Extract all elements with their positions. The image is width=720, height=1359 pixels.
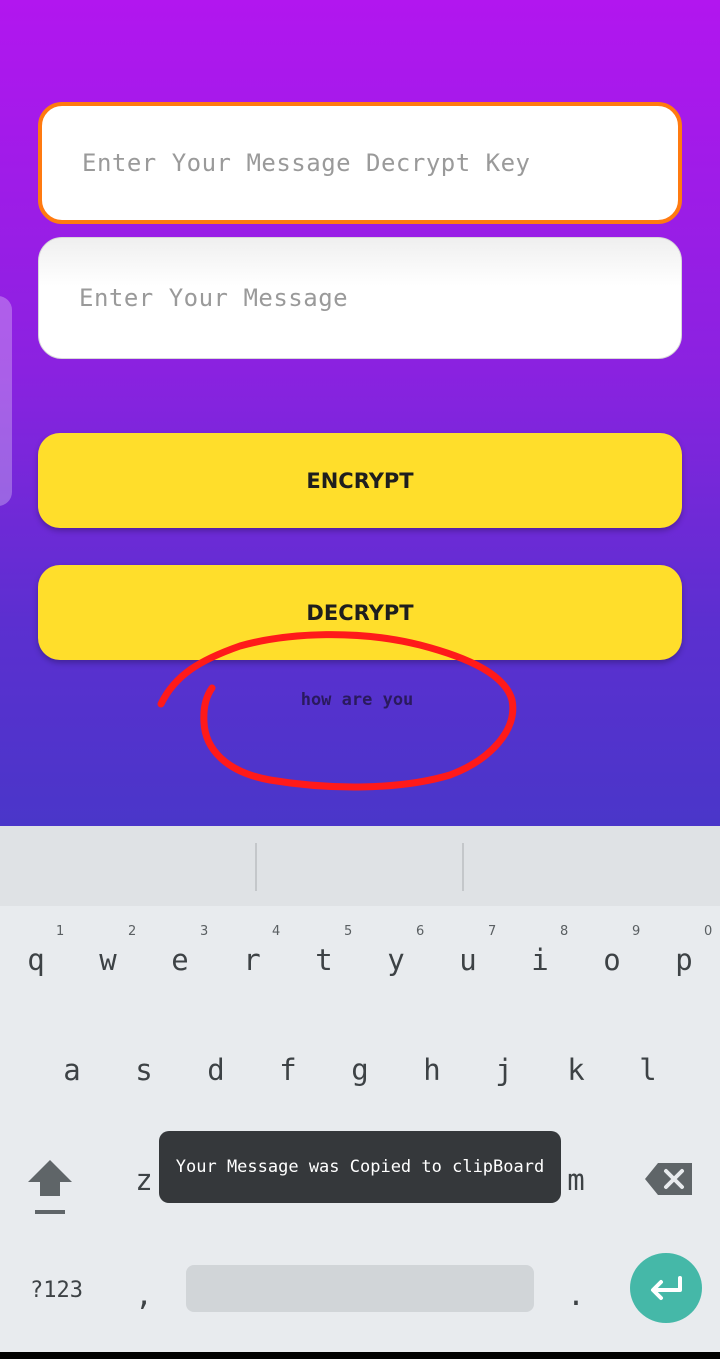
key-hint: 6 [416,924,425,939]
key-hint: 4 [272,924,281,939]
key-hint: 5 [344,924,353,939]
clipboard-toast: Your Message was Copied to clipBoard [159,1131,561,1203]
key-comma[interactable]: , [114,1278,174,1312]
key-f[interactable]: f [258,1053,318,1087]
symbols-key[interactable]: ?123 [30,1278,83,1303]
key-w[interactable]: w [78,943,138,977]
key-s[interactable]: s [114,1053,174,1087]
decrypt-key-input[interactable] [80,148,678,178]
key-i[interactable]: i [510,943,570,977]
app-screen: ENCRYPT DECRYPT how are you [0,0,720,826]
key-l[interactable]: l [618,1053,678,1087]
key-e[interactable]: e [150,943,210,977]
enter-arrow-icon [651,1276,682,1300]
message-input[interactable] [77,283,681,313]
key-o[interactable]: o [582,943,642,977]
key-u[interactable]: u [438,943,498,977]
soft-keyboard: 1 q 2 w 3 e 4 r 5 t 6 y 7 u 8 i 9 o 0 p … [0,826,720,1352]
key-r[interactable]: r [222,943,282,977]
decrypt-key-field[interactable] [38,102,682,224]
key-q[interactable]: q [6,943,66,977]
key-hint: 8 [560,924,569,939]
key-t[interactable]: t [294,943,354,977]
key-hint: 7 [488,924,497,939]
key-hint: 3 [200,924,209,939]
side-drawer-handle[interactable] [0,296,12,506]
suggestion-divider [255,843,257,891]
key-d[interactable]: d [186,1053,246,1087]
key-hint: 2 [128,924,137,939]
key-hint: 9 [632,924,641,939]
suggestion-divider [462,843,464,891]
decrypt-button[interactable]: DECRYPT [38,565,682,660]
key-k[interactable]: k [546,1053,606,1087]
key-hint: 0 [704,924,713,939]
key-y[interactable]: y [366,943,426,977]
shift-icon[interactable] [26,1156,74,1216]
key-hint: 1 [56,924,65,939]
space-bar[interactable] [186,1265,534,1312]
bottom-bar [0,1352,720,1359]
key-g[interactable]: g [330,1053,390,1087]
key-a[interactable]: a [42,1053,102,1087]
backspace-icon[interactable] [644,1162,694,1196]
key-p[interactable]: p [654,943,714,977]
key-period[interactable]: . [546,1278,606,1312]
result-text: how are you [300,690,414,710]
encrypt-button[interactable]: ENCRYPT [38,433,682,528]
message-field[interactable] [38,237,682,359]
key-j[interactable]: j [474,1053,534,1087]
key-h[interactable]: h [402,1053,462,1087]
enter-button[interactable] [630,1253,702,1323]
suggestion-strip [0,826,720,906]
